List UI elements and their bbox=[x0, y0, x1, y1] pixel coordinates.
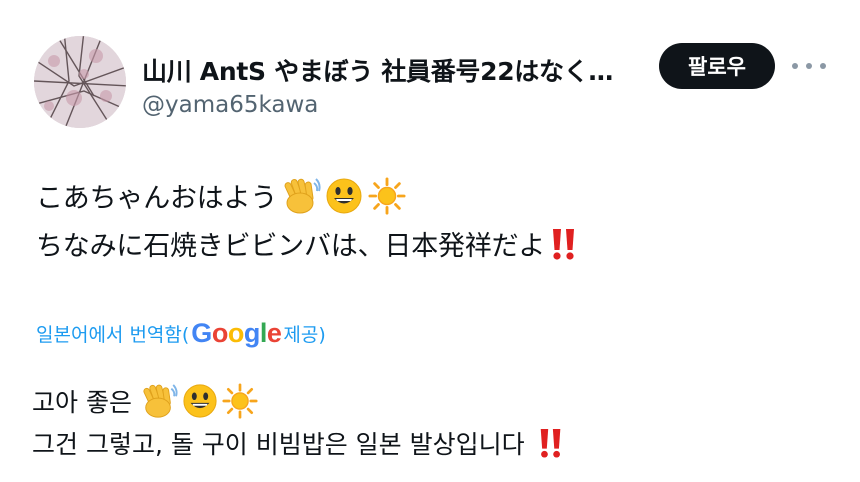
author-handle[interactable]: @yama65kawa bbox=[142, 92, 318, 118]
grinning-face-icon bbox=[182, 383, 218, 419]
translation-label-suffix: 제공) bbox=[283, 324, 326, 346]
tweet-text-line-2: ちなみに石焼きビビンバは、日本発祥だよ bbox=[36, 224, 579, 263]
more-dot bbox=[792, 63, 798, 69]
waving-hand-icon bbox=[281, 177, 321, 215]
translation-text: 그건 그렇고, 돌 구이 비빔밥은 일본 발상입니다 bbox=[32, 430, 525, 459]
sun-icon bbox=[367, 176, 407, 215]
more-dot bbox=[820, 63, 826, 69]
author-display-name[interactable]: 山川 AntS やまぼう 社員番号22はなく… bbox=[142, 52, 613, 88]
translation-text-line-1: 고아 좋은 bbox=[32, 383, 258, 419]
translation-text-line-2: 그건 그렇고, 돌 구이 비빔밥은 일본 발상입니다 bbox=[32, 425, 565, 461]
translation-label-prefix: 일본어에서 번역함( bbox=[36, 324, 190, 346]
grinning-face-icon bbox=[325, 177, 363, 215]
waving-hand-icon bbox=[140, 383, 178, 419]
tweet-text-line-1: こあちゃんおはよう bbox=[36, 176, 407, 215]
cherry-blossom-photo-icon bbox=[34, 36, 126, 128]
google-logo: Google bbox=[191, 318, 282, 348]
double-exclamation-icon bbox=[549, 227, 579, 261]
translated-by-label[interactable]: 일본어에서 번역함( Google 제공) bbox=[36, 318, 326, 349]
follow-button[interactable]: 팔로우 bbox=[659, 43, 775, 89]
more-dot bbox=[806, 63, 812, 69]
tweet-text: こあちゃんおはよう bbox=[36, 183, 278, 214]
tweet-text: ちなみに石焼きビビンバは、日本発祥だよ bbox=[36, 231, 546, 262]
tweet-view: 山川 AntS やまぼう 社員番号22はなく… @yama65kawa 팔로우 … bbox=[0, 0, 860, 482]
sun-icon bbox=[222, 383, 258, 419]
translation-text: 고아 좋은 bbox=[32, 388, 132, 417]
more-options-icon[interactable] bbox=[792, 55, 826, 77]
avatar[interactable] bbox=[34, 36, 126, 128]
double-exclamation-icon bbox=[537, 427, 565, 459]
